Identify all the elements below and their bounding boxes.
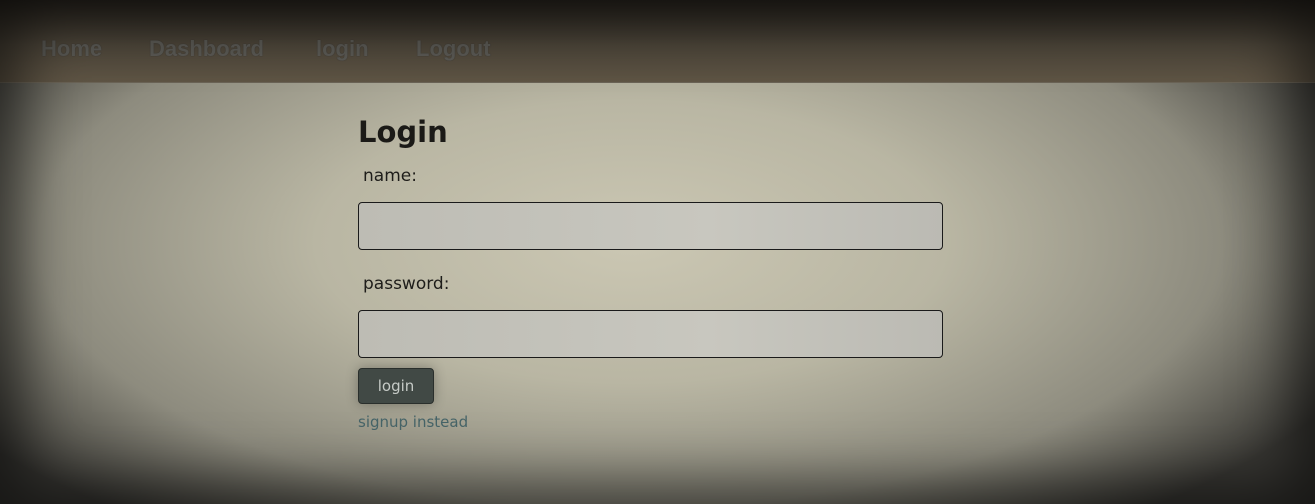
page-title: Login [358, 115, 448, 149]
nav-login[interactable]: login [316, 36, 369, 62]
name-label: name: [363, 166, 417, 186]
login-form: Login name: password: login signup inste… [358, 110, 943, 431]
top-nav: Home Dashboard login Logout [0, 0, 1315, 83]
nav-home[interactable]: Home [41, 36, 102, 62]
nav-logout[interactable]: Logout [416, 36, 491, 62]
password-label: password: [363, 274, 450, 294]
signup-link[interactable]: signup instead [358, 413, 943, 431]
password-input[interactable] [358, 310, 943, 358]
name-input[interactable] [358, 202, 943, 250]
login-button[interactable]: login [358, 368, 434, 404]
nav-dashboard[interactable]: Dashboard [149, 36, 264, 62]
